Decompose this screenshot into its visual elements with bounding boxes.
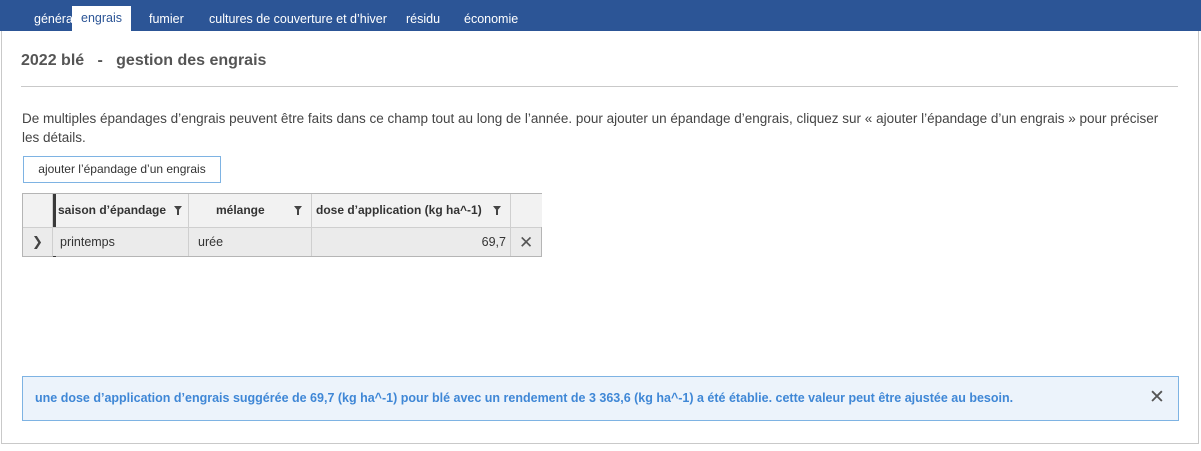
filter-icon[interactable] bbox=[294, 206, 302, 215]
column-header-mix-label: mélange bbox=[216, 203, 265, 217]
filter-icon[interactable] bbox=[493, 206, 501, 215]
add-fertilizer-application-button[interactable]: ajouter l’épandage d’un engrais bbox=[23, 156, 221, 183]
tab-residu[interactable]: résidu bbox=[397, 7, 449, 31]
suggestion-notice-text: une dose d’application d’engrais suggéré… bbox=[35, 391, 1014, 405]
cell-mix: urée bbox=[189, 228, 312, 256]
column-header-dose[interactable]: dose d’application (kg ha^-1) bbox=[312, 194, 511, 227]
cell-season: printemps bbox=[56, 228, 189, 256]
filter-icon[interactable] bbox=[174, 206, 182, 215]
column-header-season-label: saison d’épandage bbox=[58, 203, 167, 217]
tab-cultures-couverture[interactable]: cultures de couverture et d’hiver bbox=[200, 7, 396, 31]
cell-dose: 69,7 bbox=[312, 228, 511, 256]
tab-economie[interactable]: économie bbox=[455, 7, 527, 31]
fertilizer-grid: saison d’épandage mélange dose d’applica… bbox=[22, 193, 542, 257]
suggestion-notice: une dose d’application d’engrais suggéré… bbox=[22, 376, 1179, 421]
column-header-dose-label: dose d’application (kg ha^-1) bbox=[316, 203, 482, 217]
tab-engrais[interactable]: engrais bbox=[72, 6, 131, 31]
row-expander-cell[interactable]: ❯ bbox=[23, 228, 53, 256]
column-header-season[interactable]: saison d’épandage bbox=[53, 194, 189, 227]
column-header-mix[interactable]: mélange bbox=[189, 194, 312, 227]
page-title: 2022 blé - gestion des engrais bbox=[21, 52, 267, 69]
description-text: De multiples épandages d’engrais peuvent… bbox=[22, 111, 1159, 145]
close-icon[interactable]: ✕ bbox=[1149, 388, 1165, 408]
title-divider bbox=[21, 86, 1178, 87]
chevron-right-icon[interactable]: ❯ bbox=[32, 235, 43, 249]
table-row[interactable]: ❯ printemps urée 69,7 ✕ bbox=[23, 227, 541, 256]
tab-bar: général engrais fumier cultures de couve… bbox=[0, 0, 1201, 31]
grid-header-spacer bbox=[23, 194, 53, 227]
grid-header-actions bbox=[511, 194, 542, 227]
tab-fumier[interactable]: fumier bbox=[140, 7, 193, 31]
close-icon[interactable]: ✕ bbox=[519, 234, 533, 251]
